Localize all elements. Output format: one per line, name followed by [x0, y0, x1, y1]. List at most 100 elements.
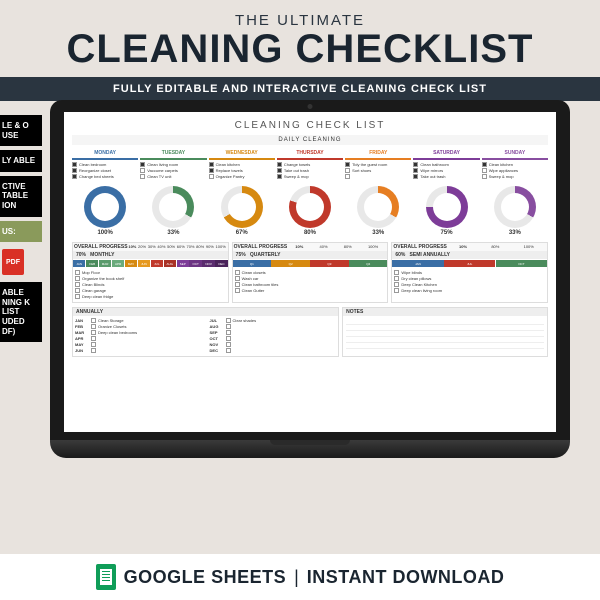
annual-item[interactable]: NOV	[210, 342, 337, 347]
task-item[interactable]: Deep clean living room	[394, 288, 545, 293]
task-item[interactable]: Clean kitchen	[482, 162, 548, 167]
task-item[interactable]: Vaccume carpets	[140, 168, 206, 173]
month-box[interactable]: Q4	[349, 260, 387, 267]
annual-item[interactable]: JUN	[75, 348, 202, 353]
task-item[interactable]: Dry clean pillows	[394, 276, 545, 281]
notes-lines[interactable]	[343, 316, 547, 352]
month-box[interactable]: NOV	[202, 260, 214, 267]
annual-item[interactable]: AUG	[210, 324, 337, 329]
annual-item[interactable]: MARDeep clean bedrooms	[75, 330, 202, 335]
month-box[interactable]: APR	[112, 260, 124, 267]
month-box[interactable]: JUL	[444, 260, 495, 267]
task-item[interactable]: Organize Pantry	[209, 174, 275, 179]
task-item[interactable]: Change towels	[277, 162, 343, 167]
checkbox-icon[interactable]	[75, 282, 80, 287]
task-item[interactable]: Clean living room	[140, 162, 206, 167]
checkbox-icon[interactable]	[91, 324, 96, 329]
task-item[interactable]: Clean Blinds	[75, 282, 226, 287]
checkbox-icon[interactable]	[209, 162, 214, 167]
checkbox-icon[interactable]	[209, 174, 214, 179]
task-item[interactable]: Deep Clean Kitchen	[394, 282, 545, 287]
checkbox-icon[interactable]	[91, 342, 96, 347]
task-item[interactable]: Clean garage	[75, 288, 226, 293]
checkbox-icon[interactable]	[413, 168, 418, 173]
checkbox-icon[interactable]	[345, 162, 350, 167]
checkbox-icon[interactable]	[394, 288, 399, 293]
checkbox-icon[interactable]	[413, 174, 418, 179]
annual-item[interactable]: MAY	[75, 342, 202, 347]
annual-item[interactable]: SEP	[210, 330, 337, 335]
task-item[interactable]: Clean Gutter	[235, 288, 386, 293]
task-item[interactable]: Organize the book shelf	[75, 276, 226, 281]
annual-item[interactable]: JANClean Storage	[75, 318, 202, 323]
checkbox-icon[interactable]	[226, 318, 231, 323]
checkbox-icon[interactable]	[235, 288, 240, 293]
task-item[interactable]: Take out trash	[413, 174, 479, 179]
checkbox-icon[interactable]	[209, 168, 214, 173]
checkbox-icon[interactable]	[226, 324, 231, 329]
annual-item[interactable]: OCT	[210, 336, 337, 341]
month-box[interactable]: Q3	[310, 260, 348, 267]
checkbox-icon[interactable]	[482, 174, 487, 179]
task-item[interactable]	[345, 174, 411, 179]
month-box[interactable]: DEC	[215, 260, 227, 267]
spreadsheet-screen[interactable]: CLEANING CHECK LIST DAILY CLEANING MONDA…	[64, 112, 556, 432]
month-box[interactable]: AUG	[164, 260, 176, 267]
task-item[interactable]: Wash car	[235, 276, 386, 281]
task-item[interactable]: Sort shoes	[345, 168, 411, 173]
checkbox-icon[interactable]	[482, 162, 487, 167]
checkbox-icon[interactable]	[277, 162, 282, 167]
task-item[interactable]: Clean closets	[235, 270, 386, 275]
checkbox-icon[interactable]	[91, 348, 96, 353]
checkbox-icon[interactable]	[277, 174, 282, 179]
task-item[interactable]: Reorganize closet	[72, 168, 138, 173]
checkbox-icon[interactable]	[91, 336, 96, 341]
month-box[interactable]: MAY	[125, 260, 137, 267]
month-box[interactable]: OCT	[496, 260, 547, 267]
checkbox-icon[interactable]	[394, 270, 399, 275]
annual-item[interactable]: APR	[75, 336, 202, 341]
month-box[interactable]: JUL	[151, 260, 163, 267]
task-item[interactable]: Sweep & mop	[277, 174, 343, 179]
annual-item[interactable]: FEBOranize Closets	[75, 324, 202, 329]
task-item[interactable]: Clean TV unit	[140, 174, 206, 179]
task-item[interactable]: Tidy the guest room	[345, 162, 411, 167]
checkbox-icon[interactable]	[345, 174, 350, 179]
checkbox-icon[interactable]	[277, 168, 282, 173]
checkbox-icon[interactable]	[482, 168, 487, 173]
task-item[interactable]: Clean kitchen	[209, 162, 275, 167]
task-item[interactable]: Wipe appliances	[482, 168, 548, 173]
task-item[interactable]: Change bed sheets	[72, 174, 138, 179]
task-item[interactable]: Clean bathroom	[413, 162, 479, 167]
checkbox-icon[interactable]	[72, 174, 77, 179]
month-box[interactable]: JAN	[392, 260, 443, 267]
checkbox-icon[interactable]	[75, 270, 80, 275]
month-box[interactable]: JUN	[138, 260, 150, 267]
month-box[interactable]: FEB	[86, 260, 98, 267]
task-item[interactable]: Take out trash	[277, 168, 343, 173]
annual-item[interactable]: JULClear shades	[210, 318, 337, 323]
checkbox-icon[interactable]	[235, 276, 240, 281]
checkbox-icon[interactable]	[226, 330, 231, 335]
checkbox-icon[interactable]	[91, 330, 96, 335]
task-item[interactable]: Sweep & mop	[482, 174, 548, 179]
checkbox-icon[interactable]	[91, 318, 96, 323]
checkbox-icon[interactable]	[75, 288, 80, 293]
checkbox-icon[interactable]	[226, 348, 231, 353]
checkbox-icon[interactable]	[394, 282, 399, 287]
month-box[interactable]: Q2	[271, 260, 309, 267]
checkbox-icon[interactable]	[226, 336, 231, 341]
checkbox-icon[interactable]	[345, 168, 350, 173]
month-box[interactable]: MAR	[99, 260, 111, 267]
checkbox-icon[interactable]	[75, 276, 80, 281]
annual-item[interactable]: DEC	[210, 348, 337, 353]
month-box[interactable]: SEP	[177, 260, 189, 267]
task-item[interactable]: Mop Floor	[75, 270, 226, 275]
task-item[interactable]: Deep clean fridge	[75, 294, 226, 299]
checkbox-icon[interactable]	[413, 162, 418, 167]
task-item[interactable]: Clean bedroom	[72, 162, 138, 167]
month-box[interactable]: JAN	[73, 260, 85, 267]
checkbox-icon[interactable]	[235, 282, 240, 287]
checkbox-icon[interactable]	[235, 270, 240, 275]
task-item[interactable]: Wipe mirrors	[413, 168, 479, 173]
